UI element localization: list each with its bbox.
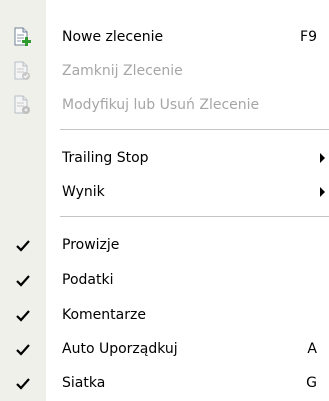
menu-item-label: Auto Uporządkuj <box>62 341 178 357</box>
menu-item-label: Nowe zlecenie <box>62 29 164 45</box>
menu-item-label: Komentarze <box>62 307 146 323</box>
menu-item-siatka[interactable]: Siatka G <box>0 366 329 400</box>
menu-item-close-order[interactable]: Zamknij Zlecenie <box>0 54 329 88</box>
checkmark-icon <box>15 308 31 324</box>
menu-item-label: Wynik <box>62 184 105 200</box>
menu-item-label: Trailing Stop <box>62 150 149 166</box>
menu-item-label: Zamknij Zlecenie <box>62 63 183 79</box>
menu-item-label: Podatki <box>62 272 114 288</box>
menu-item-modify-order[interactable]: Modyfikuj lub Usuń Zlecenie <box>0 88 329 122</box>
shortcut-key: A <box>307 341 317 357</box>
checkmark-icon <box>15 342 31 358</box>
checkmark-icon <box>15 273 31 289</box>
menu-item-trailing-stop[interactable]: Trailing Stop <box>0 141 329 175</box>
menu-item-label: Prowizje <box>62 237 120 253</box>
shortcut-key: F9 <box>300 29 317 45</box>
menu-item-auto-uporzadkuj[interactable]: Auto Uporządkuj A <box>0 332 329 366</box>
menu-item-label: Siatka <box>62 375 106 391</box>
submenu-arrow-icon <box>320 153 325 163</box>
checkmark-icon <box>15 376 31 392</box>
checkmark-icon <box>15 238 31 254</box>
shortcut-key: G <box>306 375 317 391</box>
menu-separator <box>60 129 329 131</box>
close-order-icon <box>12 61 32 81</box>
menu-item-label: Modyfikuj lub Usuń Zlecenie <box>62 97 260 113</box>
new-order-icon <box>12 27 32 47</box>
menu-item-podatki[interactable]: Podatki <box>0 263 329 297</box>
modify-order-icon <box>12 95 32 115</box>
menu-item-komentarze[interactable]: Komentarze <box>0 298 329 332</box>
menu-separator <box>60 216 329 218</box>
context-menu: Nowe zlecenie F9 Zamknij Zlecenie Modyfi… <box>0 0 329 401</box>
menu-item-prowizje[interactable]: Prowizje <box>0 228 329 262</box>
menu-item-new-order[interactable]: Nowe zlecenie F9 <box>0 20 329 54</box>
menu-item-wynik[interactable]: Wynik <box>0 175 329 209</box>
submenu-arrow-icon <box>320 187 325 197</box>
